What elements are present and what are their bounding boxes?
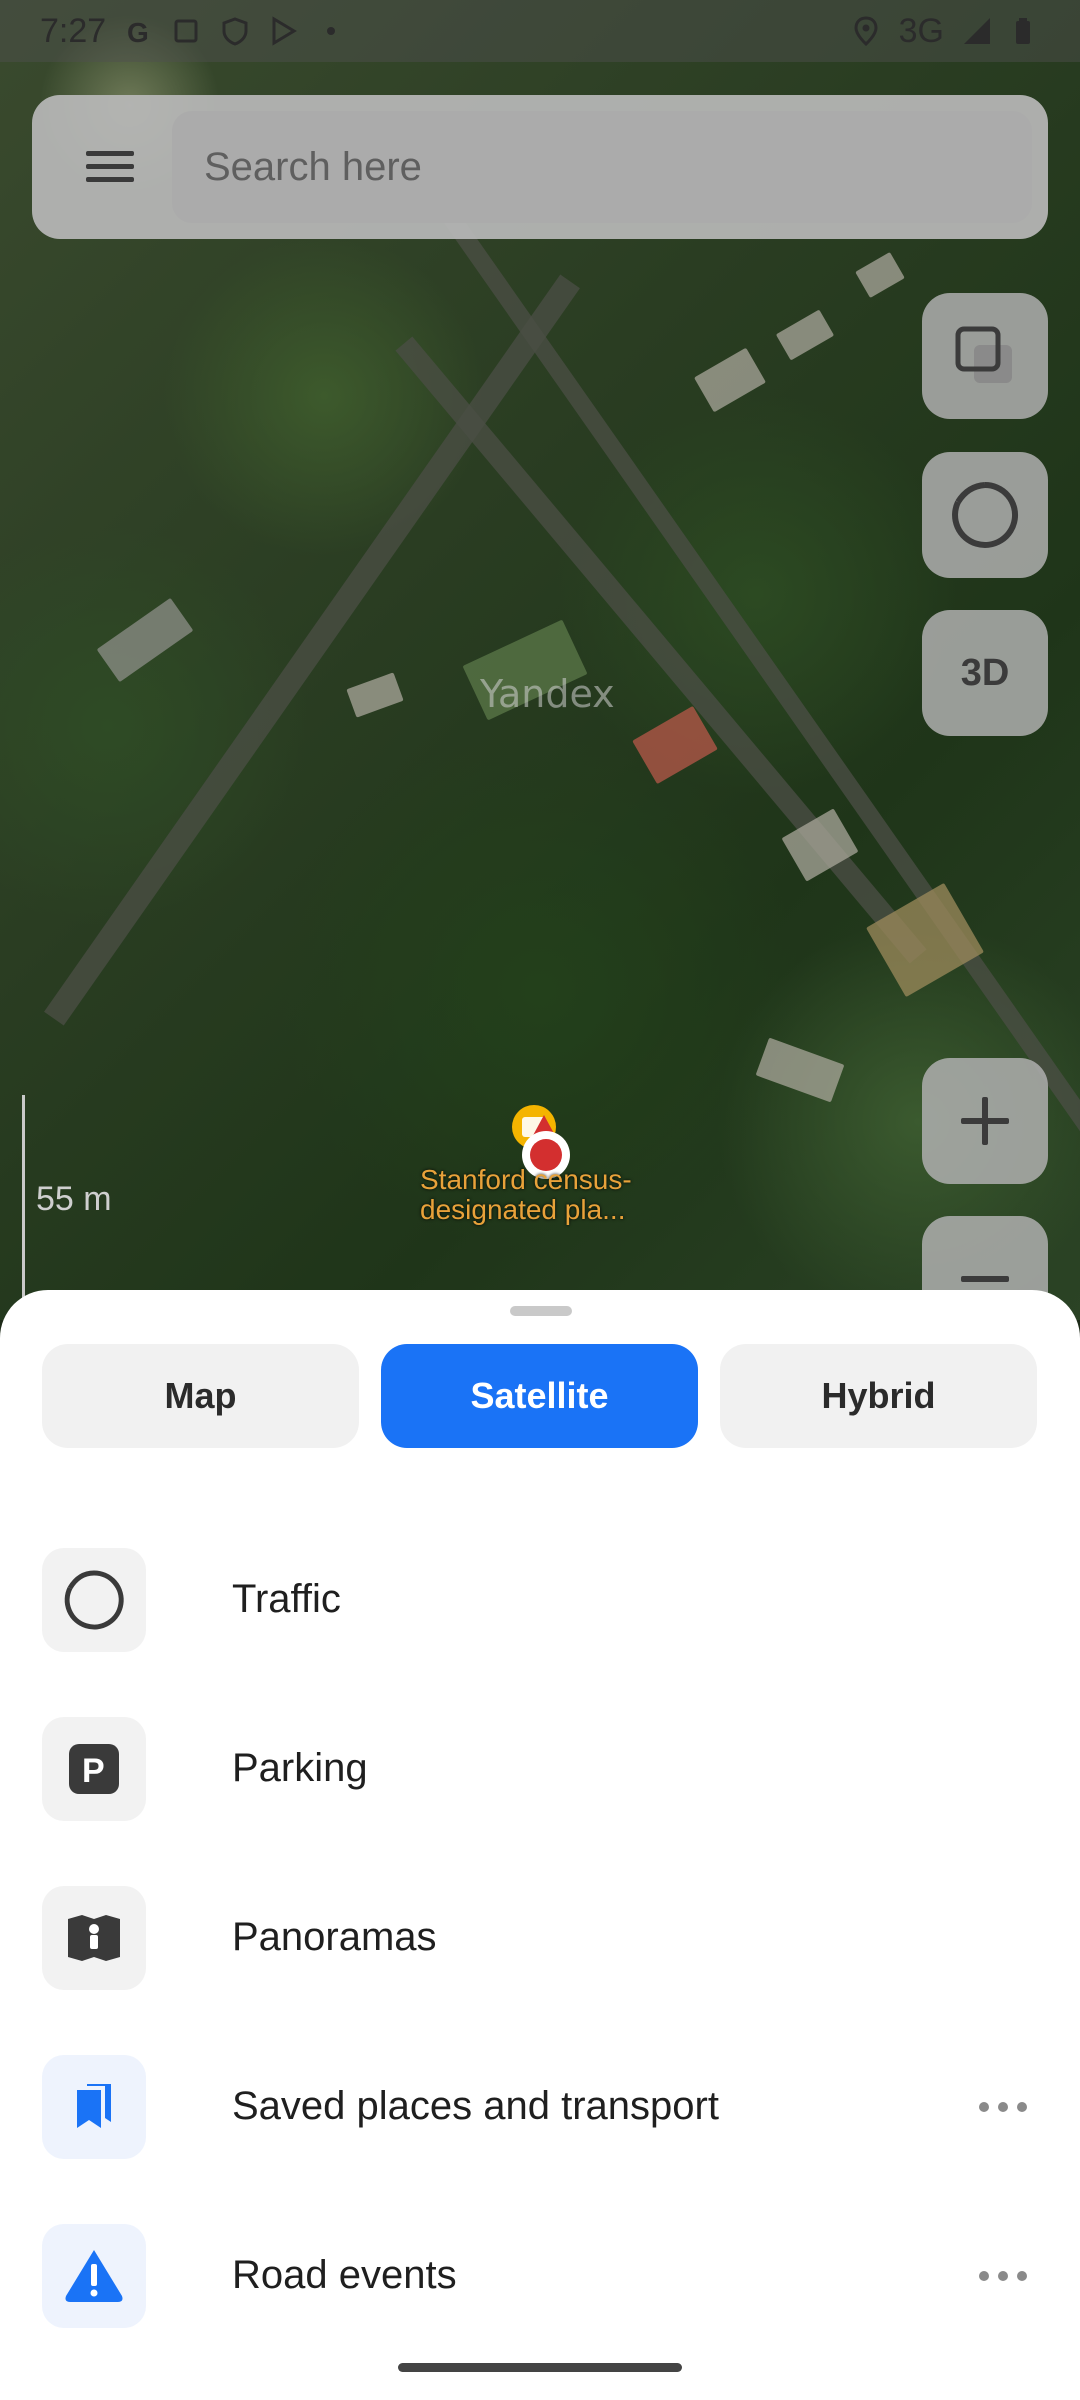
map-type-hybrid-button[interactable]: Hybrid xyxy=(720,1344,1037,1448)
shield-icon xyxy=(220,16,250,46)
traffic-button[interactable] xyxy=(922,452,1048,578)
map-layers-sheet: Map Satellite Hybrid Traffic P Parking P… xyxy=(0,1290,1080,2400)
more-options-button[interactable] xyxy=(968,2087,1038,2127)
hamburger-icon xyxy=(86,151,134,182)
warning-icon xyxy=(42,2223,146,2328)
layer-label: Road events xyxy=(232,2253,457,2297)
layer-label: Traffic xyxy=(232,1577,341,1621)
layers-icon xyxy=(955,326,1012,383)
search-bar xyxy=(32,95,1048,239)
plus-icon xyxy=(961,1097,1009,1145)
search-input[interactable] xyxy=(172,111,1032,223)
layers-button[interactable] xyxy=(922,293,1048,419)
dot-icon xyxy=(998,2270,1008,2281)
map-building xyxy=(96,597,194,683)
layers-list: Traffic P Parking Panoramas Saved places… xyxy=(0,1515,1080,2360)
map-building xyxy=(855,252,905,298)
layer-label: Panoramas xyxy=(232,1915,437,1959)
dot-icon xyxy=(998,2101,1008,2112)
svg-text:P: P xyxy=(82,1752,105,1790)
dot-icon xyxy=(316,16,346,46)
sheet-drag-handle[interactable] xyxy=(510,1306,572,1316)
signal-icon xyxy=(962,16,992,46)
play-store-icon xyxy=(268,16,298,46)
status-time: 7:27 xyxy=(40,11,107,50)
map-type-satellite-button[interactable]: Satellite xyxy=(381,1344,698,1448)
more-options-button[interactable] xyxy=(968,2256,1038,2296)
3d-button[interactable]: 3D xyxy=(922,610,1048,736)
dot-icon xyxy=(1017,2101,1027,2112)
map-type-map-button[interactable]: Map xyxy=(42,1344,359,1448)
layer-row-panoramas[interactable]: Panoramas xyxy=(0,1853,1080,2022)
bookmarks-icon xyxy=(42,2054,146,2159)
network-type: 3G xyxy=(898,11,944,50)
layer-row-parking[interactable]: P Parking xyxy=(0,1684,1080,1853)
status-bar: 7:27 G 3G xyxy=(0,0,1080,62)
map-road xyxy=(395,336,927,964)
google-icon: G xyxy=(124,16,154,48)
scale-label: 55 m xyxy=(36,1180,112,1218)
layer-row-road-events[interactable]: Road events xyxy=(0,2191,1080,2360)
scale-bar xyxy=(22,1095,25,1320)
layer-label: Saved places and transport xyxy=(232,2084,719,2128)
dot-icon xyxy=(979,2101,989,2112)
map-building xyxy=(694,347,766,413)
map-watermark: Yandex xyxy=(480,672,615,716)
battery-icon xyxy=(1010,16,1040,46)
screenshot-icon xyxy=(172,16,202,46)
panoramas-icon xyxy=(42,1885,146,1990)
place-label[interactable]: Stanford census-designated pla... xyxy=(420,1165,660,1225)
dot-icon xyxy=(1017,2270,1027,2281)
map-building xyxy=(775,309,835,361)
svg-text:G: G xyxy=(127,17,149,46)
map-type-selector: Map Satellite Hybrid xyxy=(42,1344,1037,1448)
location-icon xyxy=(851,16,881,47)
traffic-icon xyxy=(42,1547,146,1652)
layer-row-traffic[interactable]: Traffic xyxy=(0,1515,1080,1684)
zoom-in-button[interactable] xyxy=(922,1058,1048,1184)
menu-button[interactable] xyxy=(48,95,172,239)
map-building xyxy=(346,672,404,718)
gesture-nav-bar[interactable] xyxy=(398,2363,682,2372)
3d-label: 3D xyxy=(960,651,1010,694)
traffic-icon xyxy=(952,482,1018,548)
parking-icon: P xyxy=(42,1716,146,1821)
layer-label: Parking xyxy=(232,1746,368,1790)
map-building xyxy=(755,1037,845,1103)
layer-row-saved-places[interactable]: Saved places and transport xyxy=(0,2022,1080,2191)
dot-icon xyxy=(979,2270,989,2281)
